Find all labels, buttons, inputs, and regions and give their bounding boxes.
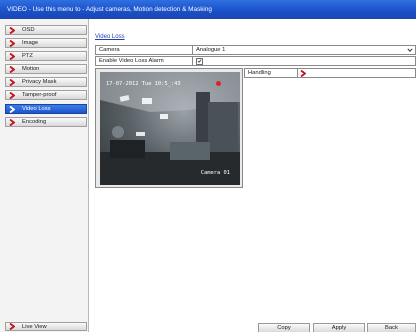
camera-preview-image: 17-07-2012 Tue 10:5_:43 Camera 01 [100,72,240,185]
sidebar-item-label: PTZ [22,53,33,59]
live-view-button[interactable]: Live View [5,322,87,331]
chevron-right-icon [7,118,16,126]
section-title[interactable]: Video Loss [95,34,125,40]
sidebar-item-label: Privacy Mask [22,79,57,85]
chevron-right-icon [299,69,306,77]
chevron-right-icon [7,91,16,99]
sidebar-item-ptz[interactable]: PTZ [5,51,87,61]
sidebar-item-motion[interactable]: Motion [5,64,87,74]
video-preview-frame: 17-07-2012 Tue 10:5_:43 Camera 01 [95,68,243,188]
chevron-right-icon [7,52,16,60]
chevron-right-icon [7,105,16,113]
apply-button[interactable]: Apply [313,323,365,332]
copy-button[interactable]: Copy [258,323,310,332]
camera-value: Analogue 1 [196,47,226,53]
live-view-label: Live View [22,323,47,330]
handling-settings-button[interactable] [298,69,307,77]
sidebar-item-encoding[interactable]: Encoding [5,117,87,127]
sidebar-item-privacy-mask[interactable]: Privacy Mask [5,77,87,87]
record-dot-icon [216,81,221,86]
camera-label: Camera [96,46,193,54]
window-title-bar: VIDEO - Use this menu to - Adjust camera… [0,0,416,19]
sidebar: OSD Image PTZ Motion Privacy Mask Tamper… [0,19,89,332]
enable-alarm-checkbox[interactable] [196,57,203,65]
sidebar-item-label: Image [22,40,39,46]
chevron-right-icon [7,39,16,47]
enable-alarm-row: Enable Video Loss Alarm [95,56,416,66]
chevron-down-icon[interactable] [407,47,413,53]
handling-row: Handling [244,68,416,78]
sidebar-item-image[interactable]: Image [5,38,87,48]
osd-timestamp: 17-07-2012 Tue 10:5_:43 [106,81,181,87]
sidebar-item-label: Motion [22,66,40,72]
osd-camera-name: Camera 01 [200,170,230,176]
sidebar-item-tamper-proof[interactable]: Tamper-proof [5,90,87,100]
sidebar-item-label: Encoding [22,119,47,125]
sidebar-item-video-loss[interactable]: Video Loss [5,104,87,114]
sidebar-item-label: OSD [22,27,35,33]
window-title: VIDEO - Use this menu to - Adjust camera… [7,6,212,13]
camera-row: Camera Analogue 1 [95,45,416,55]
camera-select[interactable]: Analogue 1 [193,46,415,54]
chevron-right-icon [7,65,16,73]
enable-alarm-cell [193,57,415,65]
back-button[interactable]: Back [367,323,416,332]
enable-alarm-label: Enable Video Loss Alarm [96,57,193,65]
sidebar-item-label: Video Loss [22,106,51,112]
chevron-right-icon [7,78,16,86]
chevron-right-icon [7,323,16,331]
handling-label: Handling [245,69,298,77]
sidebar-item-label: Tamper-proof [22,92,57,98]
chevron-right-icon [7,26,16,34]
check-icon [197,59,202,63]
sidebar-item-osd[interactable]: OSD [5,25,87,35]
